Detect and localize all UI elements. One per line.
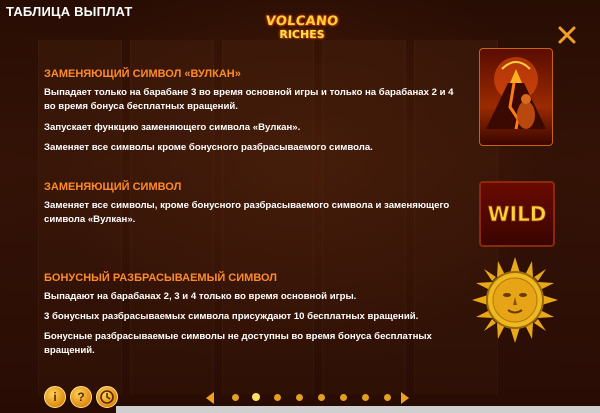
page-dot-5[interactable]: [318, 394, 325, 401]
page-dot-1[interactable]: [232, 394, 239, 401]
volcano-wild-symbol-icon: [479, 48, 553, 146]
info-button[interactable]: i: [44, 386, 66, 408]
chevron-right-icon: [401, 392, 409, 404]
close-button[interactable]: [556, 24, 578, 46]
page-dot-6[interactable]: [340, 394, 347, 401]
logo-line-2: RICHES: [279, 28, 325, 41]
info-icon: i: [53, 390, 57, 404]
section-scatter-text-1: Выпадают на барабанах 2, 3 и 4 только во…: [44, 291, 357, 302]
help-icon: ?: [77, 390, 85, 404]
close-icon: [558, 26, 576, 44]
wild-symbol-label: WILD: [488, 202, 547, 226]
page-dot-8[interactable]: [384, 394, 391, 401]
chevron-left-icon: [206, 392, 214, 404]
wild-symbol-icon: WILD: [479, 181, 555, 247]
next-page-button[interactable]: [400, 391, 410, 405]
page-dot-2[interactable]: [252, 393, 260, 401]
section-title-volcano-wild: ЗАМЕНЯЮЩИЙ СИМВОЛ «ВУЛКАН»: [44, 68, 241, 80]
section-volcano-text-3: Заменяет все символы кроме бонусного раз…: [44, 142, 373, 153]
history-button[interactable]: [96, 386, 118, 408]
bottom-strip: [116, 406, 600, 413]
logo-line-1: VOLCANO: [264, 14, 340, 29]
section-volcano-text-2: Запускает функцию заменяющего символа «В…: [44, 122, 301, 133]
sun-scatter-symbol-icon: [470, 255, 560, 345]
page-dot-4[interactable]: [296, 394, 303, 401]
section-wild-text-1: Заменяет все символы, кроме бонусного ра…: [44, 200, 450, 225]
page-dot-3[interactable]: [274, 394, 281, 401]
clock-icon: [100, 390, 114, 404]
page-dot-7[interactable]: [362, 394, 369, 401]
prev-page-button[interactable]: [205, 391, 215, 405]
section-title-wild: ЗАМЕНЯЮЩИЙ СИМВОЛ: [44, 181, 182, 193]
section-scatter-text-3: Бонусные разбрасываемые символы не досту…: [44, 331, 432, 356]
game-logo: VOLCANO RICHES: [262, 14, 342, 50]
section-scatter-text-2: 3 бонусных разбрасываемых символа присуж…: [44, 311, 419, 322]
help-button[interactable]: ?: [70, 386, 92, 408]
section-title-scatter: БОНУСНЫЙ РАЗБРАСЫВАЕМЫЙ СИМВОЛ: [44, 272, 277, 284]
page-title: ТАБЛИЦА ВЫПЛАТ: [6, 4, 133, 19]
section-volcano-text-1: Выпадает только на барабане 3 во время о…: [44, 87, 454, 112]
